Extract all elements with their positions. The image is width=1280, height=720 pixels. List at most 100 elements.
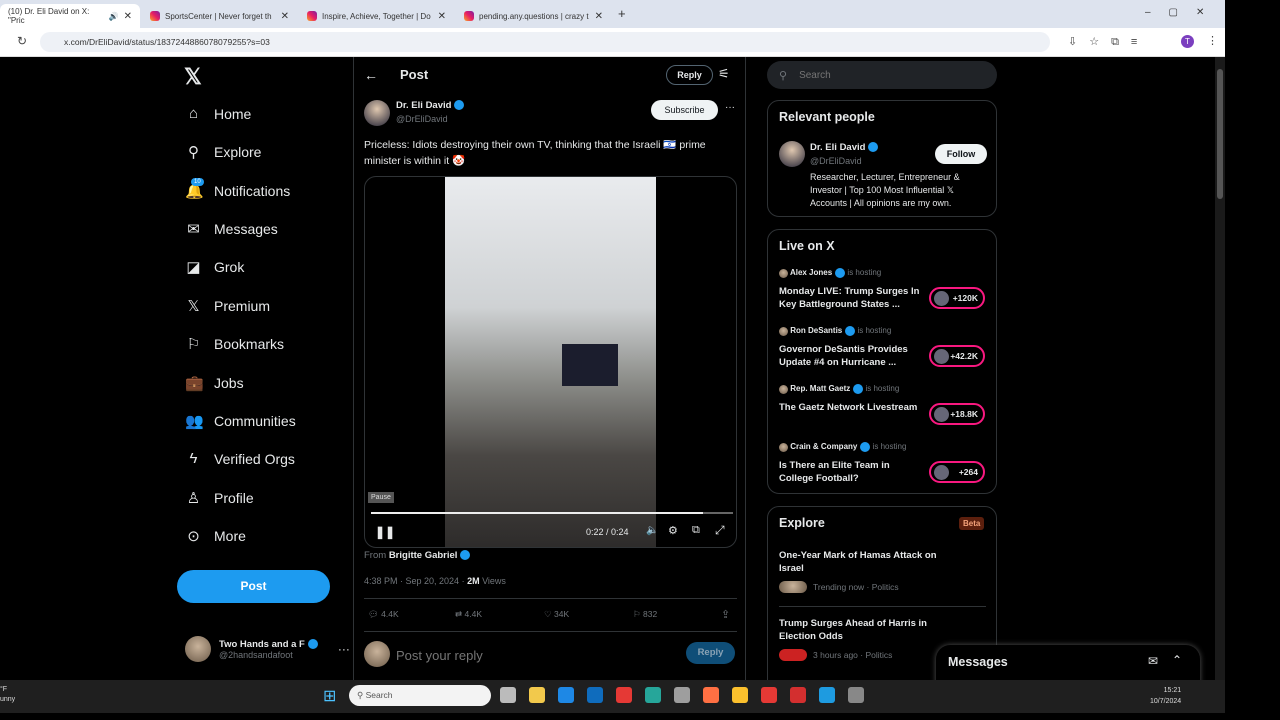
back-arrow-icon[interactable]: ← [364,67,378,83]
windows-start-icon[interactable]: ⊞ [323,686,336,706]
taskbar-app-icon[interactable] [703,687,719,703]
sidebar-item-notifications[interactable]: 🔔 10 Notifications [185,178,290,200]
card-title: Live on X [779,239,835,253]
share-icon[interactable]: ⇪ [721,608,730,621]
reload-icon[interactable]: ↻ [17,34,27,48]
reply-action[interactable]: 💬︎ 4.4K [368,609,399,620]
volume-icon[interactable]: 🔈 [646,525,658,536]
browser-tab[interactable]: Inspire, Achieve, Together | Do ✕ [299,4,454,28]
taskbar-app-icon[interactable] [848,687,864,703]
author-avatar[interactable] [364,100,390,126]
taskbar-app-icon[interactable] [732,687,748,703]
sidebar-item-more[interactable]: ⊙ More [185,527,246,545]
video-progress-bar[interactable] [371,512,733,514]
url-field[interactable]: x.com/DrEliDavid/status/1837244886078079… [40,32,1050,52]
scrollbar-thumb[interactable] [1217,69,1223,199]
sidebar-item-communities[interactable]: 👥 Communities [185,412,296,430]
person-avatar[interactable] [779,141,805,167]
taskbar-app-icon[interactable] [616,687,632,703]
mail-icon: ✉ [187,221,200,238]
source-author[interactable]: Brigitte Gabriel [389,550,458,561]
taskbar-app-icon[interactable] [674,687,690,703]
taskbar-app-icon[interactable] [587,687,603,703]
taskbar-search[interactable]: ⚲ Search [349,685,491,706]
taskbar-app-icon[interactable] [529,687,545,703]
like-action[interactable]: ♡ 34K [544,609,569,620]
weather-temp: °F [0,686,8,693]
repost-action[interactable]: ⇄ 4.4K [455,609,482,620]
toolbar-icons[interactable]: ⇩☆⧉≡ [1068,35,1149,49]
x-logo-icon[interactable]: 𝕏 [184,64,202,90]
search-input[interactable] [799,69,970,81]
sidebar-item-jobs[interactable]: 💼 Jobs [185,374,244,392]
picture-in-picture-icon[interactable]: ⧉ [692,524,700,537]
taskbar-app-icon[interactable] [500,687,516,703]
close-tab-icon[interactable]: ✕ [595,11,603,22]
settings-sliders-icon[interactable]: ⚟ [718,66,730,82]
url-text: x.com/DrEliDavid/status/1837244886078079… [64,37,270,47]
browser-tab[interactable]: SportsCenter | Never forget th ✕ [142,4,297,28]
close-tab-icon[interactable]: ✕ [438,11,446,22]
bookmark-icon: ⚐ [186,336,201,353]
sidebar-item-label: Grok [214,259,245,275]
taskbar-app-icon[interactable] [645,687,661,703]
host-avatar [934,349,949,364]
close-tab-icon[interactable]: ✕ [124,11,132,22]
browser-tab[interactable]: pending.any.questions | crazy t ✕ [456,4,611,28]
messages-drawer[interactable]: Messages ✉ ⌃ [936,645,1200,685]
expand-up-icon[interactable]: ⌃ [1172,653,1182,667]
sidebar-item-verified-orgs[interactable]: ϟ Verified Orgs [185,450,295,467]
fullscreen-icon[interactable]: ⤢ [715,523,725,538]
post-button[interactable]: Post [177,570,330,603]
scrollbar[interactable] [1215,57,1225,680]
follow-button[interactable]: Follow [935,144,987,164]
divider [779,606,986,607]
author-name[interactable]: Dr. Eli David [396,100,451,111]
new-tab-button[interactable]: + [618,6,626,21]
video-time: 0:22 / 0:24 [586,527,629,537]
account-switcher[interactable]: Two Hands and a F @2handsandafoot ··· [185,636,350,662]
speaker-icon[interactable]: 🔊 [109,12,119,21]
settings-gear-icon[interactable]: ⚙ [668,524,678,537]
reply-header-button[interactable]: Reply [666,65,713,85]
sidebar-item-bookmarks[interactable]: ⚐ Bookmarks [185,335,284,353]
taskbar-app-icon[interactable] [790,687,806,703]
sidebar-item-explore[interactable]: ⚲ Explore [185,143,261,161]
close-tab-icon[interactable]: ✕ [281,11,289,22]
from-label: From [364,550,387,561]
reply-input[interactable] [396,645,636,665]
more-icon[interactable]: ··· [338,642,350,656]
clock[interactable]: 15:21 10/7/2024 [1150,685,1181,707]
explore-item-title[interactable]: Trump Surges Ahead of Harris in Election… [779,617,954,643]
taskbar-app-icon[interactable] [819,687,835,703]
pause-icon[interactable]: ❚❚ [375,525,395,539]
new-message-icon[interactable]: ✉ [1148,654,1158,668]
avatar [185,636,211,662]
window-controls[interactable]: –▢✕ [1145,7,1222,18]
sidebar-item-grok[interactable]: ◪ Grok [185,258,244,276]
browser-tab[interactable]: (10) Dr. Eli David on X: "Pric 🔊 ✕ [0,4,140,28]
subscribe-button[interactable]: Subscribe [651,100,718,120]
author-handle[interactable]: @DrEliDavid [396,114,448,124]
menu-icon[interactable]: ⋮ [1207,34,1218,47]
bookmark-count: 832 [643,609,658,619]
reply-submit-button[interactable]: Reply [686,642,735,664]
profile-avatar[interactable]: T [1181,35,1194,48]
sidebar-item-premium[interactable]: 𝕏 Premium [185,297,270,315]
search-box[interactable]: ⚲ [767,61,997,89]
video-player[interactable]: Pause ❚❚ 0:22 / 0:24 🔈 ⚙ ⧉ ⤢ [364,176,737,548]
sidebar-item-label: Messages [214,221,278,237]
reply-icon: 💬︎ [368,609,379,619]
sidebar-item-home[interactable]: ⌂ Home [185,105,251,122]
instagram-icon [307,11,317,21]
more-icon[interactable]: ··· [725,102,735,113]
sidebar-item-messages[interactable]: ✉ Messages [185,220,278,238]
weather-widget[interactable]: °F unny [0,685,15,705]
taskbar-app-icon[interactable] [761,687,777,703]
sidebar-item-profile[interactable]: ♙ Profile [185,489,254,507]
person-name[interactable]: Dr. Eli David [810,142,865,153]
explore-item-title[interactable]: One-Year Mark of Hamas Attack on Israel [779,549,954,575]
tweet-timestamp[interactable]: 4:38 PM · Sep 20, 2024 · [364,576,467,586]
taskbar-app-icon[interactable] [558,687,574,703]
bookmark-action[interactable]: ⚐ 832 [633,609,657,620]
